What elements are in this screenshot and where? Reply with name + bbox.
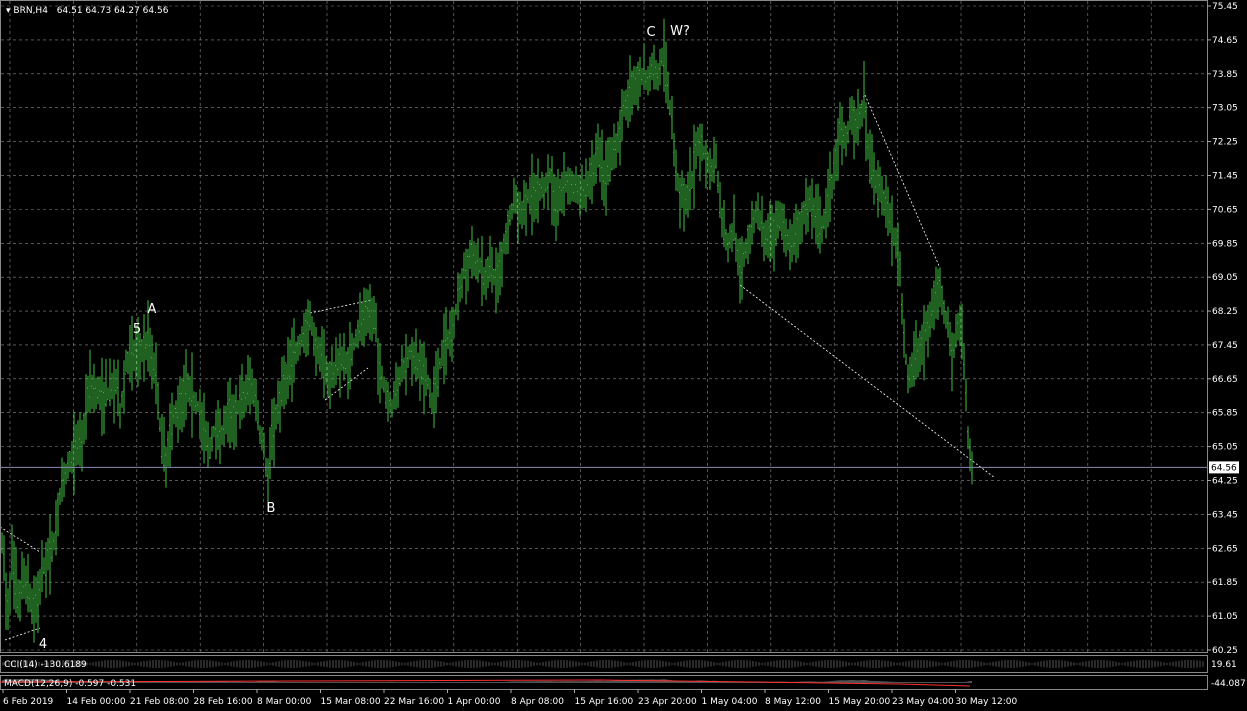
y-tick-label: 67.45 bbox=[1212, 341, 1238, 351]
y-tick-label: 61.85 bbox=[1212, 578, 1238, 588]
y-tick-label: 72.25 bbox=[1212, 138, 1238, 148]
y-tick-label: 63.45 bbox=[1212, 510, 1238, 520]
x-tick-label: 22 Mar 16:00 bbox=[384, 697, 444, 707]
x-tick-label: 8 Mar 00:00 bbox=[257, 697, 312, 707]
y-tick-label: 68.25 bbox=[1212, 307, 1238, 317]
cci-label: CCI(14) -130.6189 bbox=[4, 660, 87, 670]
x-tick-label: 8 Apr 08:00 bbox=[511, 697, 564, 707]
indicator-scale-label: 19.61 bbox=[1211, 660, 1237, 670]
y-tick-label: 69.05 bbox=[1212, 273, 1238, 283]
symbol-label: ▾ BRN,H4 64.51 64.73 64.27 64.56 bbox=[6, 6, 169, 16]
x-tick-label: 21 Feb 08:00 bbox=[130, 697, 189, 707]
x-tick-label: 30 May 12:00 bbox=[956, 697, 1018, 707]
y-tick-label: 66.65 bbox=[1212, 375, 1238, 385]
y-tick-label: 70.65 bbox=[1212, 205, 1238, 215]
x-tick-label: 6 Feb 2019 bbox=[3, 697, 54, 707]
y-tick-label: 75.45 bbox=[1212, 2, 1238, 12]
y-tick-label: 74.65 bbox=[1212, 36, 1238, 46]
wave-label: C bbox=[646, 25, 655, 40]
x-tick-label: 23 Apr 20:00 bbox=[638, 697, 697, 707]
x-tick-label: 28 Feb 16:00 bbox=[194, 697, 253, 707]
symbol-timeframe: BRN,H4 bbox=[13, 6, 48, 16]
symbol-icon: ▾ bbox=[6, 6, 11, 16]
wave-label: W? bbox=[670, 24, 690, 39]
macd-label: MACD(12,26,9) -0.597 -0.531 bbox=[4, 679, 136, 689]
wave-label: B bbox=[267, 501, 276, 516]
x-tick-label: 15 Mar 08:00 bbox=[321, 697, 381, 707]
y-tick-label: 69.85 bbox=[1212, 239, 1238, 249]
y-tick-label: 60.25 bbox=[1212, 646, 1238, 656]
x-tick-label: 1 Apr 00:00 bbox=[448, 697, 501, 707]
x-tick-label: 23 May 04:00 bbox=[892, 697, 954, 707]
x-tick-label: 15 Apr 16:00 bbox=[575, 697, 634, 707]
x-tick-label: 8 May 12:00 bbox=[765, 697, 821, 707]
y-tick-label: 65.85 bbox=[1212, 409, 1238, 419]
y-tick-label: 71.45 bbox=[1212, 171, 1238, 181]
x-tick-label: 1 May 04:00 bbox=[702, 697, 758, 707]
wave-label: A bbox=[148, 302, 157, 317]
wave-label: 4 bbox=[39, 637, 47, 652]
y-tick-label: 64.25 bbox=[1212, 477, 1238, 487]
indicator-scale-label: -44.087 bbox=[1211, 679, 1246, 689]
y-tick-label: 61.05 bbox=[1212, 612, 1238, 622]
y-tick-label: 65.05 bbox=[1212, 443, 1238, 453]
current-price-value: 64.56 bbox=[1211, 463, 1237, 473]
x-tick-label: 14 Feb 00:00 bbox=[67, 697, 126, 707]
x-tick-label: 15 May 20:00 bbox=[829, 697, 891, 707]
y-tick-label: 62.65 bbox=[1212, 544, 1238, 554]
wave-label: 5 bbox=[133, 322, 141, 337]
price-chart[interactable]: 4 5A B C W? CCI(14) -130.6189 MACD(12,26,9) -… bbox=[0, 0, 1247, 711]
y-tick-label: 73.85 bbox=[1212, 70, 1238, 80]
y-tick-label: 73.05 bbox=[1212, 104, 1238, 114]
ohlc-values: 64.51 64.73 64.27 64.56 bbox=[57, 6, 169, 16]
